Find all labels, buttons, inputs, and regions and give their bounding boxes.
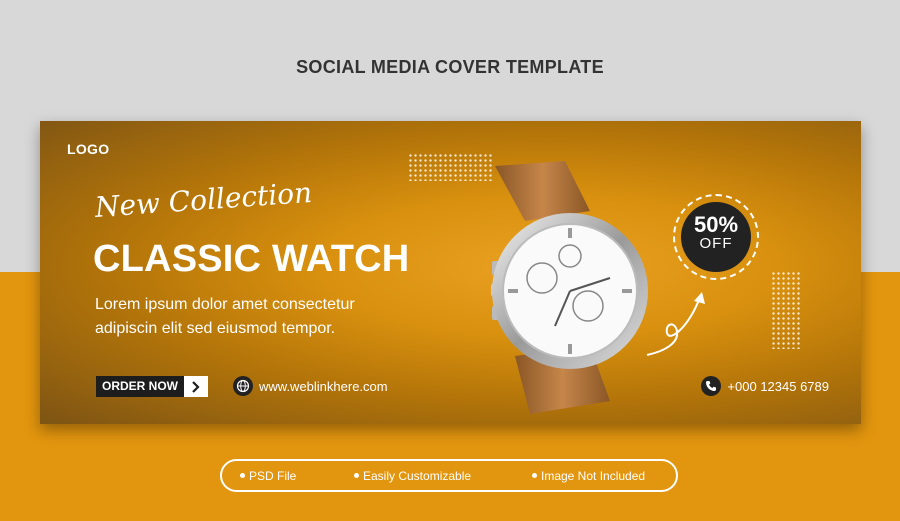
feature-image-not-included: Image Not Included	[532, 469, 645, 483]
website-text: www.weblinkhere.com	[259, 378, 388, 394]
script-tagline: New Collection	[93, 175, 314, 224]
page-title: SOCIAL MEDIA COVER TEMPLATE	[296, 57, 604, 77]
website-link[interactable]: www.weblinkhere.com	[233, 376, 388, 396]
features-bar: PSD File Easily Customizable Image Not I…	[220, 459, 678, 492]
cover-banner: LOGO New Collection CLASSIC WATCH Lorem …	[40, 121, 861, 424]
curved-arrow-icon	[646, 292, 705, 356]
phone-contact: +000 12345 6789	[701, 376, 829, 396]
order-now-label: ORDER NOW	[96, 376, 184, 397]
headline: CLASSIC WATCH	[93, 238, 410, 280]
discount-off-label: OFF	[699, 235, 733, 252]
discount-percent: 50%	[693, 212, 739, 237]
globe-icon	[233, 376, 253, 396]
logo: LOGO	[67, 141, 110, 157]
phone-icon	[701, 376, 722, 396]
chevron-right-icon	[184, 376, 208, 397]
phone-number: +000 12345 6789	[727, 378, 829, 394]
discount-badge: 50% OFF	[681, 202, 751, 272]
feature-psd-file: PSD File	[240, 469, 296, 483]
description: Lorem ipsum dolor amet consectetur adipi…	[95, 296, 355, 337]
feature-customizable: Easily Customizable	[354, 469, 471, 483]
dot-pattern-right	[771, 271, 801, 349]
order-now-button[interactable]: ORDER NOW	[96, 376, 208, 397]
